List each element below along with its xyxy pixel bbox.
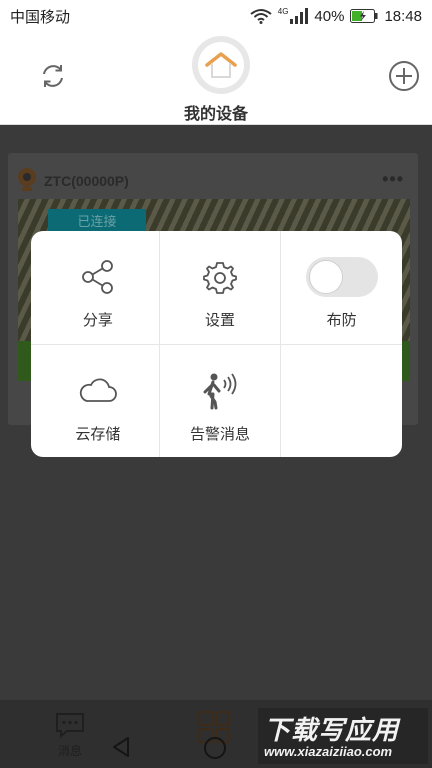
device-action-popup: 分享 设置 布防 云存储 告警消息 (31, 231, 402, 457)
refresh-icon (43, 65, 63, 87)
signal-icon (290, 8, 309, 24)
cloud-storage-label: 云存储 (75, 426, 121, 443)
tab-messages[interactable]: 消息 (52, 712, 88, 759)
chat-icon (56, 713, 84, 738)
watermark-logo: 下载写应用 www.xiazaiziiao.com (258, 708, 428, 764)
clock: 18:48 (384, 7, 422, 25)
settings-label: 设置 (204, 312, 235, 329)
popup-row-1: 分享 设置 布防 (31, 231, 402, 344)
back-nav-icon[interactable] (110, 736, 132, 763)
home-icon (198, 42, 244, 88)
battery-icon (350, 9, 378, 23)
arm-option[interactable]: 布防 (280, 231, 402, 344)
add-device-button[interactable] (387, 59, 421, 93)
home-nav-icon[interactable] (203, 736, 227, 765)
device-name: ZTC(00000P) (44, 173, 129, 189)
alarm-messages-label: 告警消息 (189, 426, 250, 443)
settings-option[interactable]: 设置 (158, 231, 281, 344)
refresh-button[interactable] (36, 59, 70, 93)
arm-label: 布防 (326, 312, 357, 329)
empty-cell (280, 345, 402, 457)
connection-status-badge: 已连接 (48, 209, 146, 231)
tab-messages-label: 消息 (57, 744, 82, 758)
network-label: 4G (277, 6, 289, 16)
toggle-knob (308, 260, 343, 294)
arm-toggle[interactable] (305, 257, 378, 297)
popup-row-2: 云存储 告警消息 (31, 344, 402, 457)
cloud-storage-option[interactable]: 云存储 (37, 345, 159, 457)
camera-icon (16, 167, 38, 198)
share-icon (78, 257, 118, 297)
status-icons: 4G 40% 18:48 (250, 6, 422, 25)
status-bar: 中国移动 4G 40% 18:48 (0, 0, 432, 32)
alarm-messages-option[interactable]: 告警消息 (158, 345, 281, 457)
watermark-url: www.xiazaiziiao.com (264, 744, 393, 759)
more-options-icon[interactable]: ••• (382, 169, 404, 190)
wifi-icon (250, 8, 272, 24)
watermark-title: 下载写应用 (264, 715, 400, 745)
page-title: 我的设备 (183, 106, 248, 123)
carrier-label: 中国移动 (10, 8, 71, 26)
share-label: 分享 (82, 312, 113, 329)
home-badge[interactable] (192, 36, 250, 94)
battery-percent: 40% (314, 7, 345, 25)
plus-icon (389, 61, 419, 91)
app-header: 我的设备 (0, 32, 432, 125)
alarm-walker-icon (200, 371, 240, 411)
gear-icon (200, 257, 240, 297)
cloud-icon (78, 371, 118, 411)
share-option[interactable]: 分享 (37, 231, 159, 344)
